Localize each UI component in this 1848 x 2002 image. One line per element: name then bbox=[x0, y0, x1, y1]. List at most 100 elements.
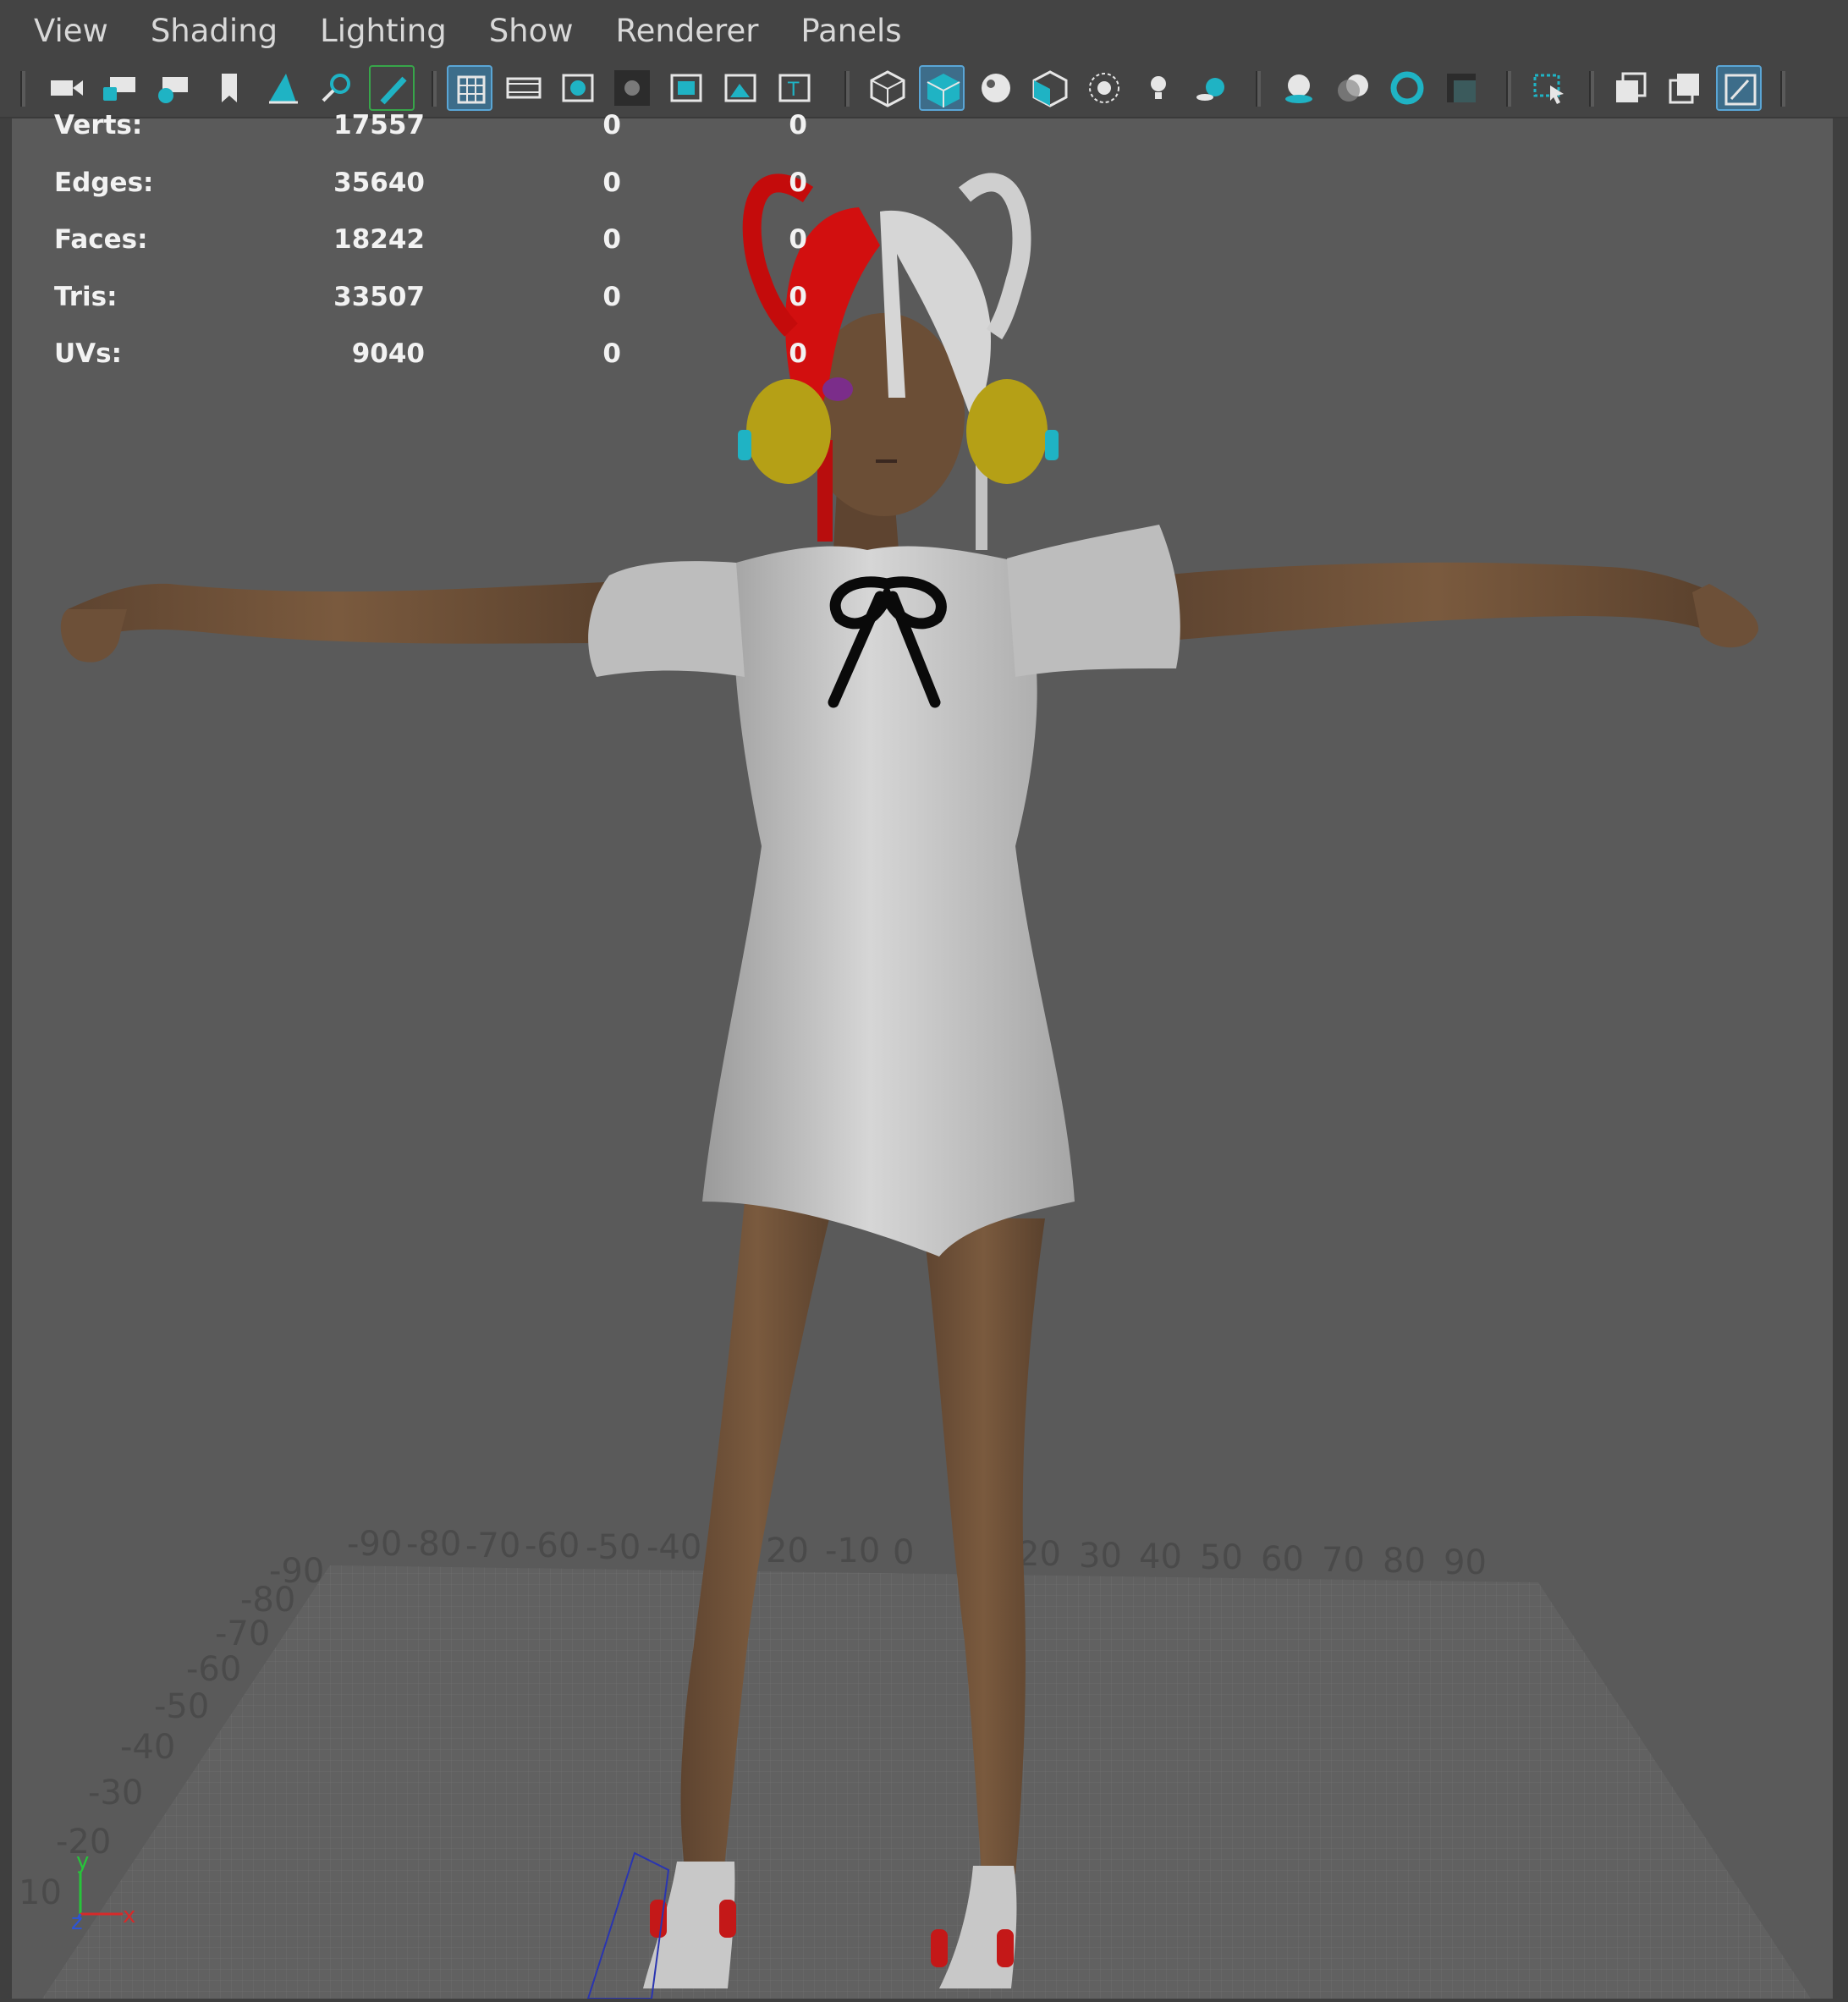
xray-button[interactable] bbox=[1081, 65, 1127, 111]
grease-pencil-button[interactable] bbox=[369, 65, 415, 111]
grid-top-label: -80 bbox=[406, 1525, 461, 1564]
grid-side-label: -60 bbox=[186, 1650, 241, 1689]
grid-button[interactable] bbox=[447, 65, 492, 111]
anti-aliasing-icon bbox=[1390, 71, 1424, 105]
screen-space-ao-icon bbox=[1285, 74, 1312, 103]
resolution-gate-button[interactable] bbox=[555, 65, 601, 111]
xray-active-components-icon bbox=[1669, 74, 1699, 104]
right-arm bbox=[1159, 562, 1713, 641]
left-sleeve bbox=[588, 561, 745, 677]
hud-label: Faces: bbox=[54, 224, 148, 255]
left-headphone bbox=[746, 379, 831, 484]
menu-shading[interactable]: Shading bbox=[129, 13, 299, 49]
safe-title-button[interactable]: T bbox=[772, 65, 817, 111]
wireframe-on-shaded-button[interactable] bbox=[1027, 65, 1073, 111]
image-plane-icon bbox=[269, 74, 298, 104]
grid-icon bbox=[457, 75, 486, 104]
menu-panels[interactable]: Panels bbox=[779, 13, 922, 49]
lock-camera-button[interactable] bbox=[98, 65, 144, 111]
wireframe-button[interactable] bbox=[865, 65, 910, 111]
viewport-frame-bottom bbox=[0, 1999, 1848, 2002]
menu-lighting[interactable]: Lighting bbox=[299, 13, 468, 49]
hud-label: UVs: bbox=[54, 338, 123, 369]
left-arm bbox=[68, 582, 609, 644]
motion-blur-button[interactable] bbox=[1330, 65, 1376, 111]
toggle-hud-icon bbox=[1724, 74, 1757, 106]
smooth-shade-button[interactable] bbox=[919, 65, 965, 111]
hud-value: 18242 bbox=[333, 224, 425, 255]
grid-side-label: 10 bbox=[19, 1873, 62, 1912]
field-chart-icon bbox=[670, 74, 702, 102]
toolbar-separator bbox=[1780, 71, 1785, 107]
depth-of-field-button[interactable] bbox=[1438, 65, 1484, 111]
toggle-hud-button[interactable] bbox=[1716, 65, 1762, 111]
toolbar-separator bbox=[1506, 71, 1511, 107]
xray-joints-icon bbox=[1616, 72, 1647, 102]
menu-renderer[interactable]: Renderer bbox=[595, 13, 780, 49]
screen-space-ao-button[interactable] bbox=[1276, 65, 1322, 111]
hud-label: Edges: bbox=[54, 167, 154, 198]
toolbar-separator bbox=[1256, 71, 1261, 107]
gate-mask-button[interactable] bbox=[609, 65, 655, 111]
hud-value: 0 bbox=[602, 167, 621, 198]
right-hand bbox=[1692, 584, 1759, 648]
toolbar-separator bbox=[1589, 71, 1594, 107]
xray-active-components-button[interactable] bbox=[1662, 65, 1708, 111]
viewport-frame-right bbox=[1833, 61, 1848, 2002]
field-chart-button[interactable] bbox=[663, 65, 709, 111]
two-d-pan-zoom-button[interactable] bbox=[315, 65, 360, 111]
camera-attributes-button[interactable] bbox=[152, 65, 198, 111]
toolbar-separator bbox=[20, 71, 25, 107]
film-gate-button[interactable] bbox=[501, 65, 547, 111]
camera-button[interactable] bbox=[44, 65, 90, 111]
anti-aliasing-button[interactable] bbox=[1384, 65, 1430, 111]
hud-label: Verts: bbox=[54, 110, 143, 140]
grid-top-label: 90 bbox=[1444, 1543, 1487, 1582]
motion-blur-icon bbox=[1338, 74, 1368, 102]
camera-icon bbox=[51, 80, 83, 96]
hud-value: 0 bbox=[789, 281, 807, 312]
headphone-accent bbox=[1045, 430, 1059, 460]
axis-x-label: x bbox=[123, 1903, 135, 1928]
safe-action-icon bbox=[724, 74, 756, 102]
grid-top-label: 20 bbox=[766, 1532, 809, 1570]
grid-top-label: -40 bbox=[646, 1528, 701, 1567]
3d-viewport[interactable]: -90 -80 -70 -60 -50 -40 20 -10 0 20 30 40 50 60 70 80 90… bbox=[12, 118, 1833, 1999]
image-plane-button[interactable] bbox=[261, 65, 306, 111]
shoe-wheel bbox=[997, 1929, 1014, 1967]
right-sleeve bbox=[1007, 525, 1180, 677]
right-headphone bbox=[966, 379, 1048, 484]
left-eye bbox=[822, 377, 853, 401]
left-hand bbox=[60, 609, 127, 663]
default-material-icon bbox=[982, 74, 1010, 102]
isolate-select-button[interactable] bbox=[1526, 65, 1572, 111]
depth-of-field-icon bbox=[1447, 74, 1476, 102]
safe-action-button[interactable] bbox=[718, 65, 763, 111]
hud-value: 0 bbox=[789, 224, 807, 255]
headphone-accent bbox=[738, 430, 751, 460]
bookmark-button[interactable] bbox=[206, 65, 252, 111]
menu-view[interactable]: View bbox=[0, 13, 129, 49]
grid-top-label: 70 bbox=[1322, 1541, 1365, 1580]
xray-icon bbox=[1089, 73, 1119, 103]
isolate-select-icon bbox=[1533, 74, 1564, 104]
ground-grid-lines bbox=[42, 1565, 1811, 1999]
hud-label: Tris: bbox=[54, 281, 118, 312]
xray-joints-button[interactable] bbox=[1608, 65, 1653, 111]
viewport-frame-left bbox=[0, 61, 12, 2002]
shadows-button[interactable] bbox=[1190, 65, 1235, 111]
menu-show[interactable]: Show bbox=[468, 13, 595, 49]
grid-side-label: -40 bbox=[120, 1728, 175, 1767]
default-material-button[interactable] bbox=[973, 65, 1019, 111]
hud-value: 0 bbox=[789, 167, 807, 198]
grease-pencil-icon bbox=[380, 76, 407, 105]
shadows-icon bbox=[1196, 78, 1224, 101]
axis-z-label: z bbox=[71, 1910, 83, 1935]
hud-value: 35640 bbox=[333, 167, 425, 198]
wireframe-on-shaded-icon bbox=[1032, 70, 1068, 107]
viewport-scene: -90 -80 -70 -60 -50 -40 20 -10 0 20 30 40 50 60 70 80 90… bbox=[19, 173, 1811, 1999]
hud-value: 0 bbox=[789, 338, 807, 369]
camera-attributes-icon bbox=[158, 77, 188, 103]
use-all-lights-button[interactable] bbox=[1136, 65, 1181, 111]
grid-top-label: -70 bbox=[465, 1526, 520, 1565]
